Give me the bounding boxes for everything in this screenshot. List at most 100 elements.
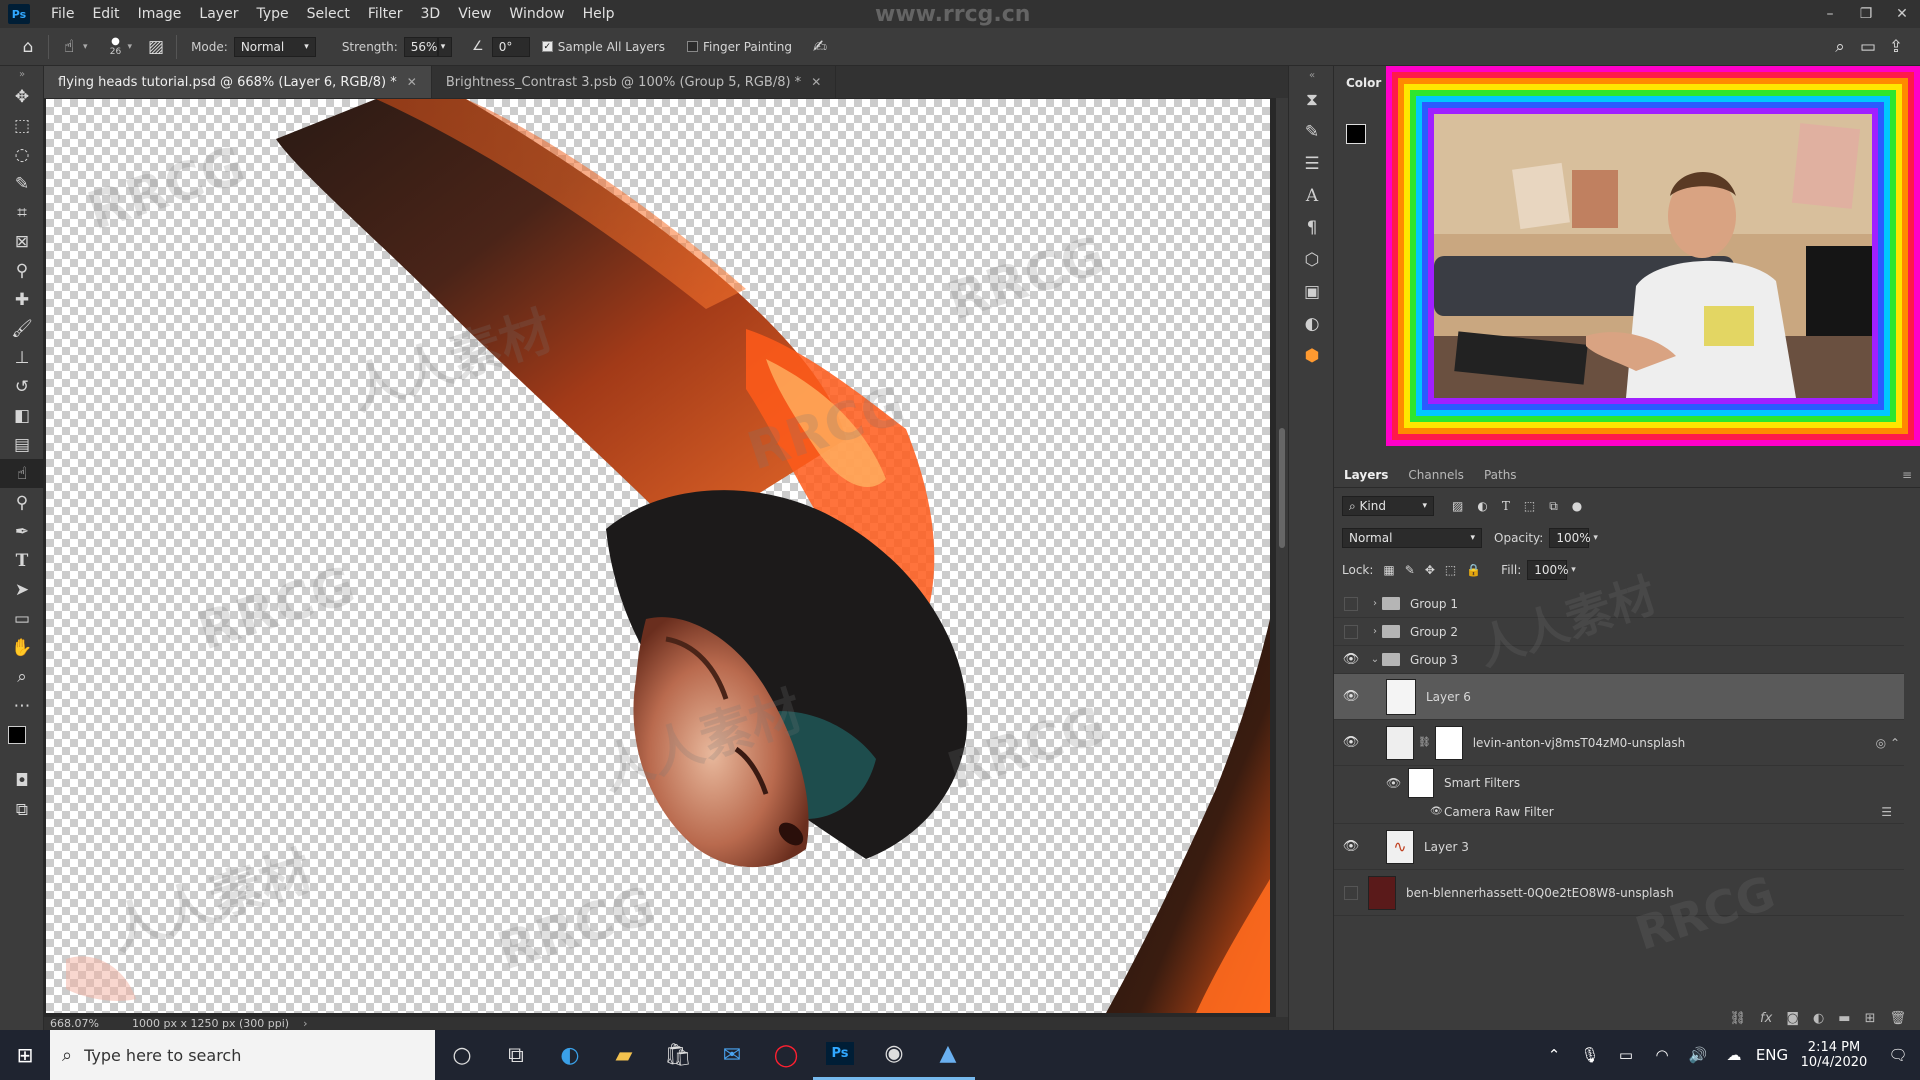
pressure-strength-icon[interactable]: ✍ <box>806 33 834 61</box>
eye-icon[interactable]: 👁 <box>1334 735 1368 750</box>
language-indicator[interactable]: ENG <box>1752 1046 1792 1064</box>
menu-3d[interactable]: 3D <box>412 6 450 22</box>
chevron-right-icon[interactable]: › <box>1368 598 1382 609</box>
lasso-tool-icon[interactable]: ◌ <box>0 140 44 169</box>
brush-size-picker[interactable]: ● 26 <box>104 36 128 57</box>
doc-tab[interactable]: Brightness_Contrast 3.psb @ 100% (Group … <box>432 66 837 98</box>
lock-image-icon[interactable]: ✎ <box>1405 563 1415 577</box>
tab-channels[interactable]: Channels <box>1398 462 1474 488</box>
battery-icon[interactable]: ▭ <box>1608 1046 1644 1064</box>
eye-icon[interactable]: 👁 <box>1334 652 1368 667</box>
menu-filter[interactable]: Filter <box>359 6 412 22</box>
filter-shape-icon[interactable]: ⬚ <box>1524 499 1535 513</box>
canvas-area[interactable]: RRCG 人人素材 RRCG RRCG 人人素材 RRCG 人人素材 RRCG … <box>44 98 1288 1017</box>
path-selection-tool-icon[interactable]: ➤ <box>0 575 44 604</box>
marquee-tool-icon[interactable]: ⬚ <box>0 111 44 140</box>
chevron-down-icon[interactable]: ▾ <box>1571 565 1576 575</box>
lock-artboard-icon[interactable]: ⬚ <box>1445 563 1456 577</box>
menu-select[interactable]: Select <box>298 6 359 22</box>
scrollbar-thumb[interactable] <box>1279 428 1285 548</box>
document-canvas[interactable]: RRCG 人人素材 RRCG RRCG 人人素材 RRCG 人人素材 RRCG … <box>46 99 1270 1013</box>
visibility-toggle[interactable] <box>1334 885 1368 900</box>
windows-start-icon[interactable]: ⊞ <box>0 1030 50 1080</box>
filter-adjustment-icon[interactable]: ◐ <box>1477 499 1487 513</box>
color-panel-title[interactable]: Color <box>1334 76 1381 90</box>
close-icon[interactable]: ✕ <box>811 75 821 89</box>
strength-dropdown[interactable]: ▾ <box>437 36 452 57</box>
chevron-up-icon[interactable]: ⌃ <box>1536 1046 1572 1064</box>
wifi-icon[interactable]: ◠ <box>1644 1046 1680 1064</box>
visibility-toggle[interactable] <box>1334 596 1368 611</box>
brush-tool-icon[interactable]: 🖌 <box>0 314 44 343</box>
eye-icon[interactable]: 👁 <box>1430 806 1444 817</box>
opacity-input[interactable]: 100% <box>1549 528 1591 548</box>
properties-panel-icon[interactable]: ▣ <box>1289 276 1335 308</box>
close-icon[interactable]: ✕ <box>407 75 417 89</box>
edge-icon[interactable]: ◐ <box>543 1030 597 1080</box>
zoom-tool-icon[interactable]: ⌕ <box>0 662 44 691</box>
filter-kind-select[interactable]: ⌕ Kind ▾ <box>1342 496 1434 516</box>
clock[interactable]: 2:14 PM 10/4/2020 <box>1792 1040 1876 1070</box>
taskbar-search-input[interactable]: ⌕ Type here to search <box>50 1030 435 1080</box>
layer-row-background-photo[interactable]: ben-blennerhassett-0Q0e2tEO8W8-unsplash <box>1334 870 1904 916</box>
menu-file[interactable]: File <box>42 6 83 22</box>
workspace-icon[interactable]: ▭ <box>1854 33 1882 61</box>
layer-style-icon[interactable]: fx <box>1760 1011 1772 1026</box>
layer-row-camera-raw-filter[interactable]: 👁 Camera Raw Filter ☰ <box>1334 800 1904 824</box>
preset-chevron-icon[interactable]: ▾ <box>83 42 88 52</box>
move-tool-icon[interactable]: ✥ <box>0 82 44 111</box>
home-icon[interactable]: ⌂ <box>14 33 42 61</box>
filter-pixel-icon[interactable]: ▨ <box>1452 499 1463 513</box>
smudge-tool-preset-icon[interactable]: ☝ <box>55 33 83 61</box>
paragraph-panel-icon[interactable]: ¶ <box>1289 212 1335 244</box>
cloud-icon[interactable]: ☁ <box>1716 1046 1752 1064</box>
vertical-scrollbar[interactable] <box>1276 98 1288 1017</box>
layer-row-group-2[interactable]: › Group 2 <box>1334 618 1904 646</box>
chevron-down-icon[interactable]: ▾ <box>1593 533 1598 543</box>
styles-panel-icon[interactable]: ◐ <box>1289 308 1335 340</box>
menu-image[interactable]: Image <box>129 6 191 22</box>
opera-icon[interactable]: ◯ <box>759 1030 813 1080</box>
photos-icon[interactable]: ▲ <box>921 1030 975 1080</box>
mode-select[interactable]: Normal ▾ <box>233 36 316 57</box>
tab-paths[interactable]: Paths <box>1474 462 1527 488</box>
filter-options-icon[interactable]: ☰ <box>1881 805 1892 819</box>
mail-icon[interactable]: ✉ <box>705 1030 759 1080</box>
dodge-tool-icon[interactable]: ⚲ <box>0 488 44 517</box>
obs-icon[interactable]: ◉ <box>867 1030 921 1080</box>
microphone-icon[interactable]: 🎙 <box>1572 1046 1608 1064</box>
tab-layers[interactable]: Layers <box>1334 462 1398 488</box>
cortana-icon[interactable]: ○ <box>435 1030 489 1080</box>
quick-selection-tool-icon[interactable]: ✎ <box>0 169 44 198</box>
layer-row-group-3[interactable]: 👁 ⌄ Group 3 <box>1334 646 1904 674</box>
angle-input[interactable]: 0° <box>491 36 530 57</box>
rectangle-tool-icon[interactable]: ▭ <box>0 604 44 633</box>
foreground-color-swatch[interactable] <box>8 726 26 744</box>
share-icon[interactable]: ⇪ <box>1882 33 1910 61</box>
history-brush-tool-icon[interactable]: ↺ <box>0 372 44 401</box>
delete-layer-icon[interactable]: 🗑 <box>1889 1011 1906 1026</box>
task-view-icon[interactable]: ⧉ <box>489 1030 543 1080</box>
pen-tool-icon[interactable]: ✒ <box>0 517 44 546</box>
collapse-panels-icon[interactable]: « <box>1289 66 1335 84</box>
smudge-tool-icon[interactable]: ☝ <box>0 459 44 488</box>
more-tools-icon[interactable]: ⋯ <box>0 691 44 720</box>
add-mask-icon[interactable]: ◙ <box>1786 1011 1799 1026</box>
fill-input[interactable]: 100% <box>1527 560 1569 580</box>
menu-layer[interactable]: Layer <box>190 6 247 22</box>
status-menu-icon[interactable]: › <box>303 1017 307 1030</box>
notifications-icon[interactable]: 🗨 <box>1876 1046 1920 1064</box>
eye-icon[interactable]: 👁 <box>1386 776 1408 790</box>
chevron-down-icon[interactable]: ⌄ <box>1368 654 1382 665</box>
menu-view[interactable]: View <box>449 6 500 22</box>
link-icon[interactable]: ⛓ <box>1418 737 1431 748</box>
restore-button[interactable]: ❐ <box>1848 0 1884 28</box>
clone-stamp-tool-icon[interactable]: ⊥ <box>0 343 44 372</box>
brush-settings-icon[interactable]: ▨ <box>142 33 170 61</box>
link-layers-icon[interactable]: ⛓ <box>1730 1011 1747 1026</box>
new-layer-icon[interactable]: ⊞ <box>1865 1011 1876 1026</box>
filter-type-icon[interactable]: T <box>1502 499 1510 513</box>
visibility-toggle[interactable] <box>1334 624 1368 639</box>
eraser-tool-icon[interactable]: ◧ <box>0 401 44 430</box>
store-icon[interactable]: 🛍 <box>651 1030 705 1080</box>
